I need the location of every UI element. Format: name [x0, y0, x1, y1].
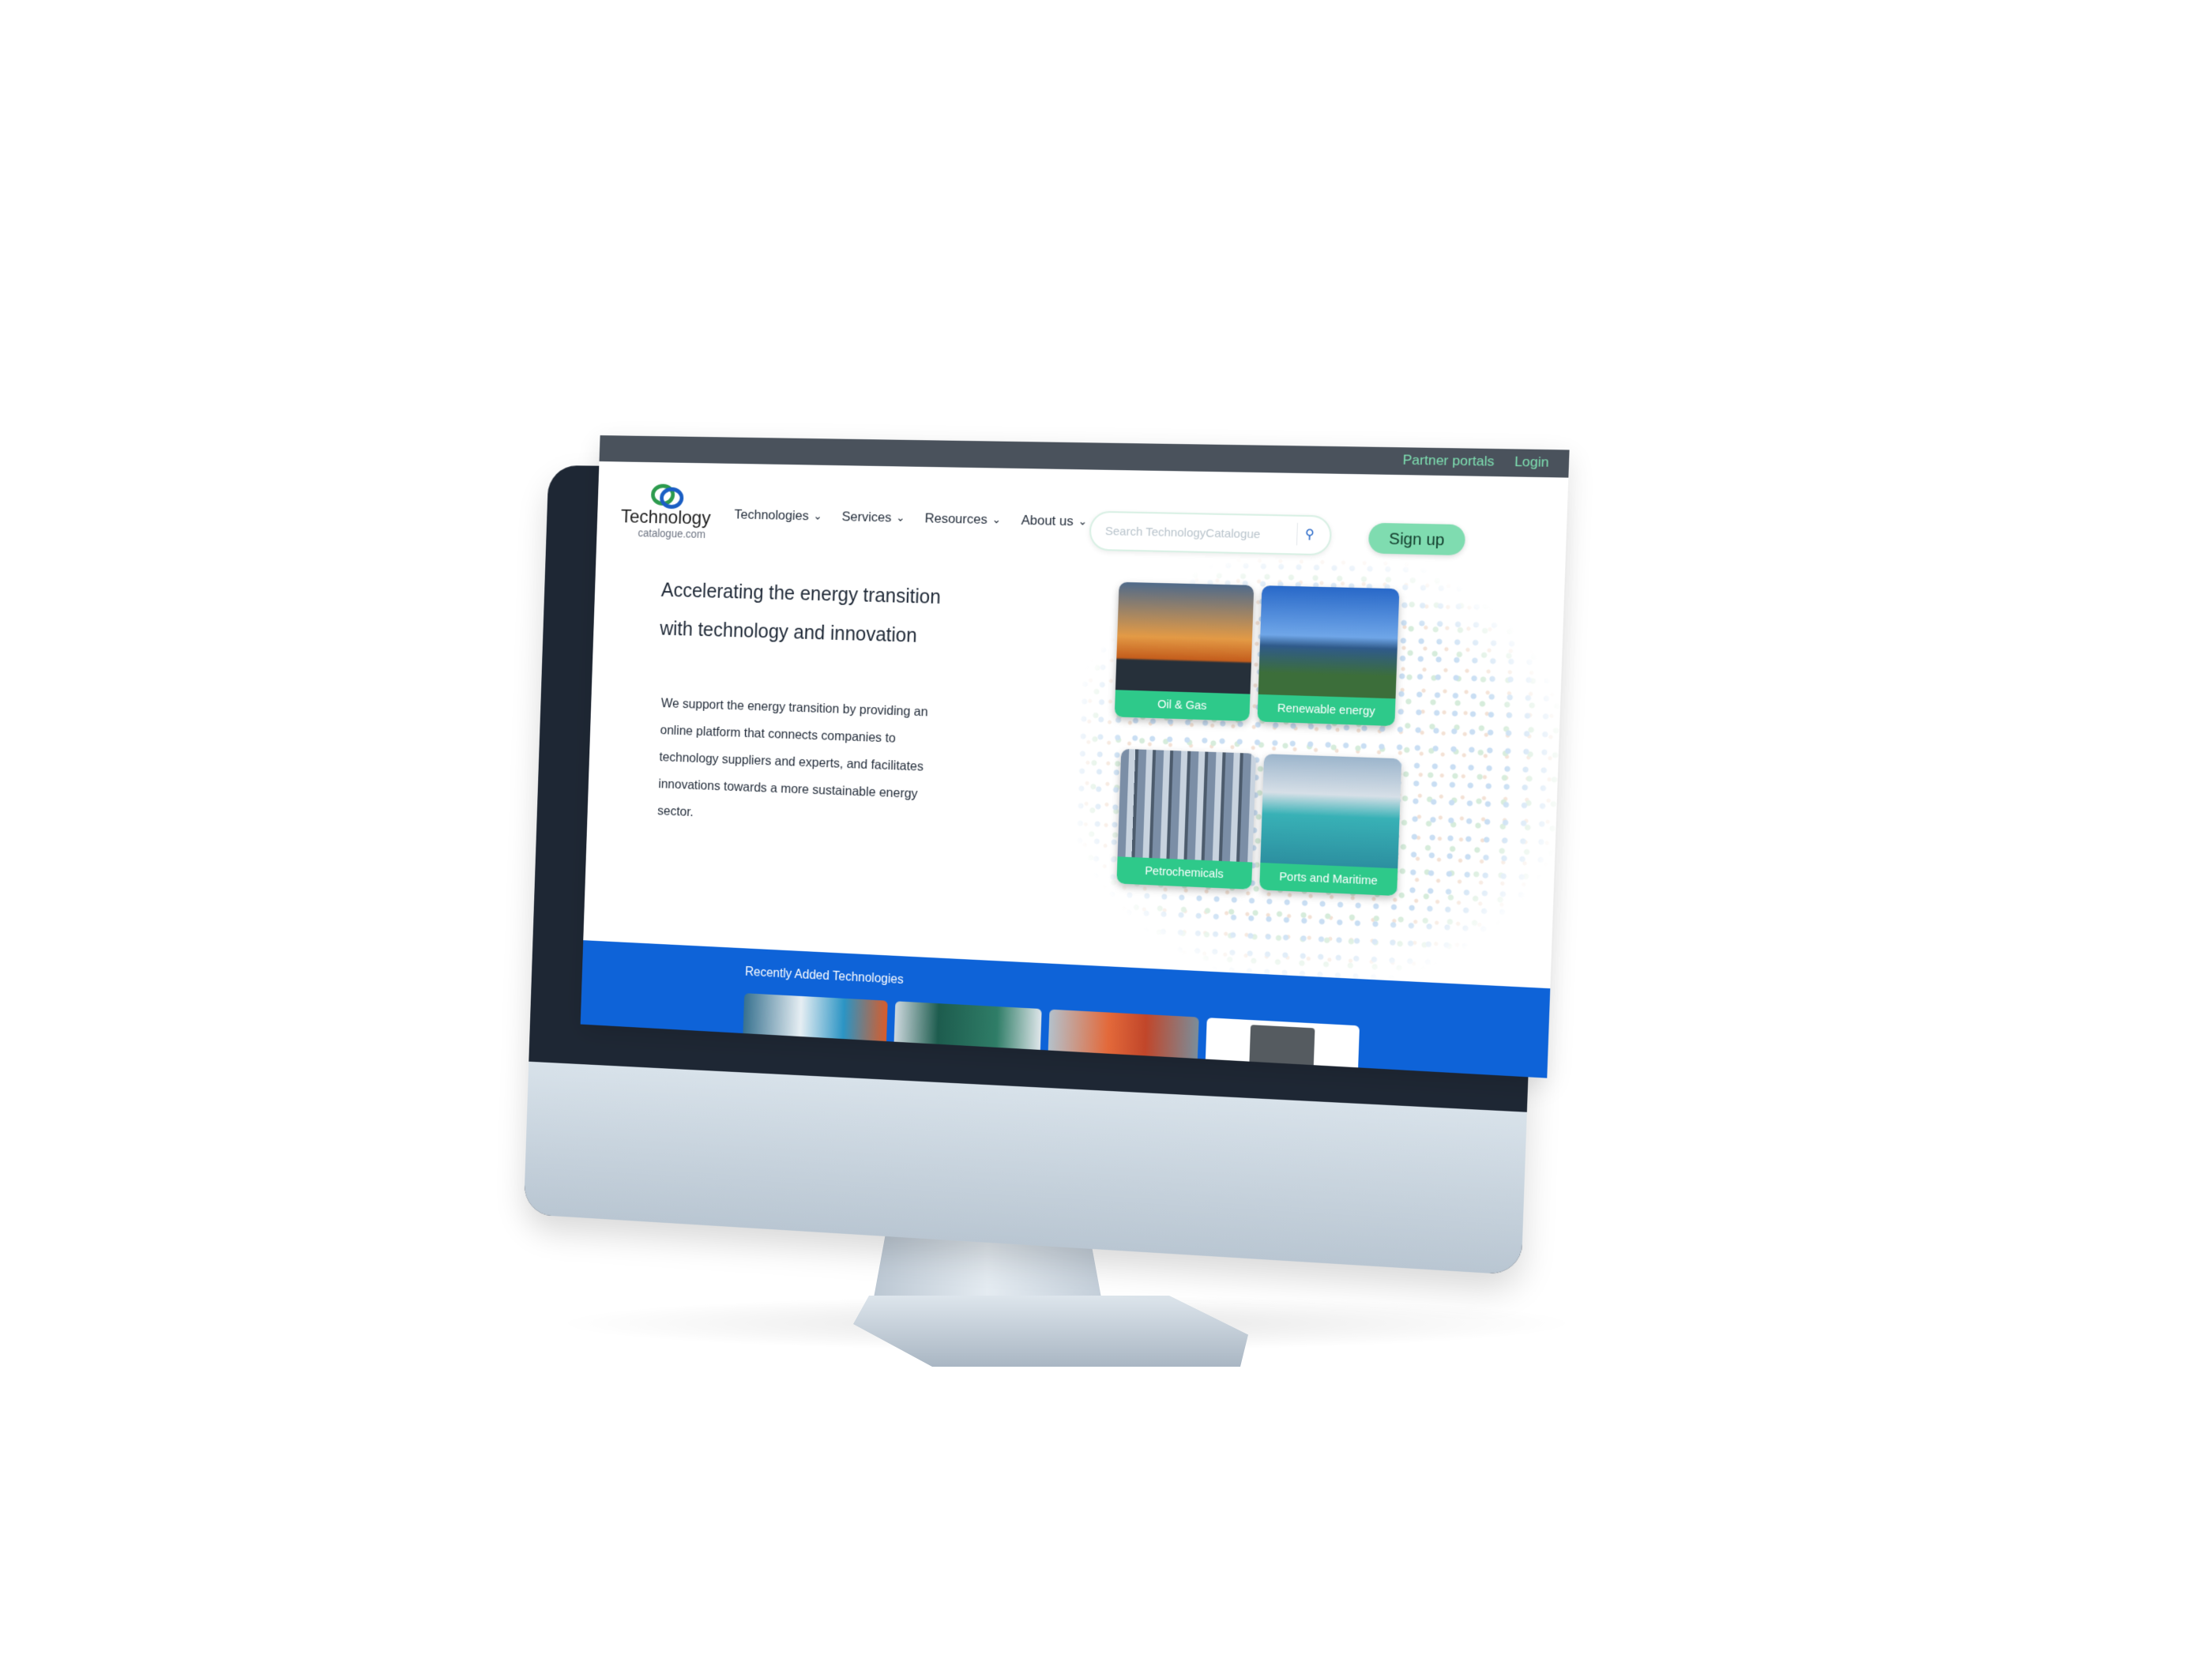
logo-wordmark: Technology — [620, 506, 711, 530]
logo-subtext: catalogue.com — [638, 527, 705, 540]
section-title: Recently Added Technologies — [745, 965, 904, 988]
chevron-down-icon: ⌄ — [896, 512, 905, 525]
nav-item-services[interactable]: Services ⌄ — [841, 509, 905, 525]
oil-rig-sunset-image — [1115, 582, 1254, 694]
port-aerial-image — [1260, 754, 1401, 868]
category-card-oil-gas[interactable]: Oil & Gas — [1115, 582, 1255, 721]
apple-logo-icon — [983, 1132, 1034, 1185]
website-screen: Partner portals Login Technology catalog… — [581, 435, 1570, 1078]
chevron-down-icon: ⌄ — [991, 514, 1001, 526]
nav-item-label: About us — [1021, 513, 1074, 529]
hero-heading: Accelerating the energy transition with … — [659, 571, 1087, 660]
login-link[interactable]: Login — [1514, 454, 1549, 471]
logo-mark-icon — [651, 480, 682, 507]
search-icon[interactable]: ⚲ — [1296, 523, 1322, 546]
category-label: Renewable energy — [1257, 694, 1395, 726]
hero-description: We support the energy transition by prov… — [657, 690, 940, 837]
category-label: Oil & Gas — [1115, 690, 1251, 721]
search-input[interactable] — [1104, 521, 1282, 545]
nav-item-label: Technologies — [734, 507, 809, 525]
imac-stand-foot — [853, 1296, 1248, 1367]
nav-item-label: Resources — [924, 510, 988, 527]
nav-item-technologies[interactable]: Technologies ⌄ — [734, 507, 822, 525]
nav-item-label: Services — [841, 509, 891, 525]
chevron-down-icon: ⌄ — [813, 510, 822, 523]
nav-item-resources[interactable]: Resources ⌄ — [924, 510, 1001, 528]
category-card-ports-maritime[interactable]: Ports and Maritime — [1259, 754, 1401, 896]
category-card-renewable-energy[interactable]: Renewable energy — [1257, 585, 1399, 726]
refinery-image — [1118, 749, 1256, 863]
solar-wind-image — [1258, 585, 1400, 698]
sign-up-button[interactable]: Sign up — [1368, 523, 1465, 555]
imac-chin — [524, 1062, 1527, 1275]
partner-portals-link[interactable]: Partner portals — [1402, 452, 1495, 469]
search-box: ⚲ — [1089, 511, 1332, 556]
category-card-petrochemicals[interactable]: Petrochemicals — [1116, 749, 1256, 890]
site-logo[interactable]: Technology catalogue.com — [620, 480, 718, 544]
nav-item-about-us[interactable]: About us ⌄ — [1021, 513, 1087, 530]
chevron-down-icon: ⌄ — [1078, 515, 1087, 528]
main-navigation: Technologies ⌄ Services ⌄ Resources ⌄ Ab… — [734, 507, 1087, 530]
top-utility-bar: Partner portals Login — [600, 435, 1570, 478]
